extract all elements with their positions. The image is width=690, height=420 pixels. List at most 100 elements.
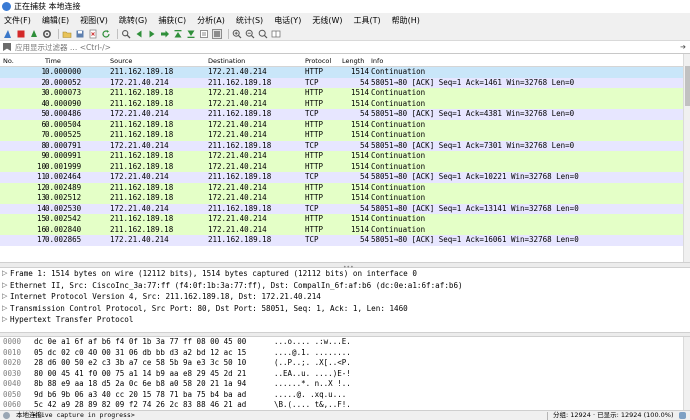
table-row[interactable]: 11 0.002464 172.21.40.214 211.162.189.18 TCP…	[0, 172, 683, 183]
table-row[interactable]: 9 0.000991 211.162.189.18 172.21.40.214 HTTP…	[0, 151, 683, 162]
table-row[interactable]: 16 0.002840 211.162.189.18 172.21.40.214 HTT…	[0, 224, 683, 236]
details-tree-item[interactable]: ▷ Ethernet II, Src: CiscoInc_3a:77:ff (f4…	[0, 280, 690, 292]
expert-info-icon[interactable]	[3, 412, 10, 419]
bytes-row[interactable]: 0010 05 dc 02 c0 40 00 31 06 db bb d3 a2 …	[0, 348, 690, 359]
menu-view[interactable]: 视图(V)	[80, 15, 108, 26]
table-row[interactable]: 13 0.002512 211.162.189.18 172.21.40.214 HTT…	[0, 193, 683, 204]
table-row[interactable]: 10 0.001999 211.162.189.18 172.21.40.214 HTT…	[0, 161, 683, 172]
expand-arrow-icon[interactable]: ▷	[2, 303, 10, 315]
scrollbar-thumb[interactable]	[685, 66, 690, 106]
cell-destination: 211.162.189.18	[208, 203, 272, 213]
colorize-icon[interactable]	[212, 28, 222, 39]
bytes-offset: 0050	[3, 389, 22, 399]
bytes-row[interactable]: 0030 80 00 45 41 f0 00 75 a1 14 b9 aa e8 …	[0, 369, 690, 380]
menu-statistics[interactable]: 统计(S)	[236, 15, 263, 26]
column-header-time[interactable]: Time	[45, 57, 61, 65]
bytes-ascii: ....@.1. ........	[274, 347, 351, 357]
table-row[interactable]: 14 0.002530 172.21.40.214 211.162.189.18 TCP…	[0, 203, 683, 214]
cell-length: 1514	[350, 224, 369, 234]
details-tree-item[interactable]: ▷ Internet Protocol Version 4, Src: 211.1…	[0, 291, 690, 303]
expand-arrow-icon[interactable]: ▷	[2, 291, 10, 303]
cell-protocol: HTTP	[305, 119, 324, 129]
table-row[interactable]: 1 0.000000 211.162.189.18 172.21.40.214 HTTP…	[0, 67, 683, 78]
menu-help[interactable]: 帮助(H)	[392, 15, 420, 26]
menu-edit[interactable]: 编辑(E)	[42, 15, 69, 26]
table-row[interactable]: 3 0.000073 211.162.189.18 172.21.40.214 HTTP…	[0, 88, 683, 99]
details-tree-item[interactable]: ▷ Transmission Control Protocol, Src Port…	[0, 303, 690, 315]
column-header-info[interactable]: Info	[371, 57, 383, 65]
bytes-row[interactable]: 0000 dc 0e a1 6f af b6 f4 0f 1b 3a 77 ff …	[0, 337, 690, 348]
close-file-icon[interactable]	[88, 29, 98, 39]
bytes-offset: 0000	[3, 337, 22, 346]
column-header-length[interactable]: Length	[342, 57, 364, 65]
details-tree-label: Internet Protocol Version 4, Src: 211.16…	[10, 292, 321, 301]
forward-icon[interactable]	[147, 29, 157, 39]
table-row[interactable]: 15 0.002542 211.162.189.18 172.21.40.214 HTT…	[0, 214, 683, 225]
details-tree-item[interactable]: ▷ Frame 1: 1514 bytes on wire (12112 bits…	[0, 268, 690, 280]
column-header-protocol[interactable]: Protocol	[305, 57, 331, 65]
profile-icon[interactable]	[679, 412, 686, 419]
zoom-normal-icon[interactable]	[258, 29, 268, 39]
save-icon[interactable]	[75, 29, 85, 39]
last-packet-icon[interactable]	[186, 29, 196, 39]
restart-icon[interactable]	[29, 29, 39, 39]
column-header-destination[interactable]: Destination	[208, 57, 245, 65]
column-header-source[interactable]: Source	[110, 57, 132, 65]
expand-arrow-icon[interactable]: ▷	[2, 314, 10, 326]
menu-telephony[interactable]: 电话(Y)	[274, 15, 301, 26]
menu-analyze[interactable]: 分析(A)	[197, 15, 225, 26]
display-filter-input[interactable]	[15, 42, 615, 52]
filter-bookmark-icon[interactable]	[3, 43, 11, 51]
table-row[interactable]: 2 0.000052 172.21.40.214 211.162.189.18 TCP 5…	[0, 77, 683, 88]
cell-protocol: HTTP	[305, 151, 324, 160]
menu-tools[interactable]: 工具(T)	[353, 15, 380, 26]
table-row[interactable]: 12 0.002489 211.162.189.18 172.21.40.214 HTT…	[0, 182, 683, 193]
back-icon[interactable]	[134, 29, 144, 39]
bytes-vertical-scrollbar[interactable]	[683, 337, 690, 410]
bytes-row[interactable]: 0050 9d b6 9b 06 a3 40 cc 20 15 78 71 ba …	[0, 390, 690, 401]
row-gutter	[0, 225, 36, 236]
table-row[interactable]: 5 0.000486 172.21.40.214 211.162.189.18 TCP 5…	[0, 109, 683, 120]
bytes-row[interactable]: 0060 5c 42 a9 28 89 82 09 f2 74 26 2c 83 …	[0, 400, 690, 410]
packet-list-vertical-scrollbar[interactable]	[683, 54, 690, 262]
details-tree-item[interactable]: ▷ Hypertext Transfer Protocol	[0, 314, 690, 326]
autoscroll-icon[interactable]	[199, 29, 209, 39]
table-row[interactable]: 7 0.000525 211.162.189.18 172.21.40.214 HTTP…	[0, 130, 683, 141]
zoom-out-icon[interactable]	[245, 29, 255, 39]
menu-capture[interactable]: 捕获(C)	[158, 15, 186, 26]
stop-icon[interactable]	[16, 29, 26, 39]
go-to-packet-icon[interactable]	[160, 29, 170, 39]
menu-file[interactable]: 文件(F)	[4, 15, 31, 26]
open-folder-icon[interactable]	[62, 29, 72, 39]
cell-info: Continuation	[371, 88, 426, 97]
cell-protocol: HTTP	[305, 214, 324, 223]
zoom-in-icon[interactable]	[232, 29, 242, 39]
resize-columns-icon[interactable]	[271, 29, 281, 39]
cell-protocol: HTTP	[305, 88, 324, 97]
bytes-ascii: .....@. .xq.u...	[274, 389, 347, 399]
find-icon[interactable]	[121, 29, 131, 39]
cell-source: 211.162.189.18	[110, 67, 174, 76]
table-row[interactable]: 17 0.002865 172.21.40.214 211.162.189.18 TCP…	[0, 235, 683, 246]
options-gear-icon[interactable]	[42, 29, 52, 39]
cell-info: 58051→80 [ACK] Seq=1 Ack=1461 Win=32768 …	[371, 77, 575, 87]
cell-source: 172.21.40.214	[110, 203, 169, 213]
table-row[interactable]: 6 0.000504 211.162.189.18 172.21.40.214 HTTP…	[0, 119, 683, 130]
shark-fin-icon[interactable]	[3, 29, 13, 39]
bytes-offset: 0010	[3, 347, 22, 357]
expand-arrow-icon[interactable]: ▷	[2, 268, 10, 280]
cell-info: Continuation	[371, 214, 426, 223]
bytes-row[interactable]: 0040 8b 88 e9 aa 18 d5 2a 0c 6e b8 a0 58 …	[0, 379, 690, 390]
cell-source: 172.21.40.214	[110, 172, 169, 181]
column-header-no[interactable]: No.	[3, 57, 14, 65]
menu-wireless[interactable]: 无线(W)	[312, 15, 342, 26]
table-row[interactable]: 8 0.000791 172.21.40.214 211.162.189.18 TCP 5…	[0, 140, 683, 151]
filter-apply-arrow-icon[interactable]: ➔	[680, 43, 686, 51]
menu-go[interactable]: 跳转(G)	[119, 15, 147, 26]
table-row[interactable]: 4 0.000090 211.162.189.18 172.21.40.214 HTTP…	[0, 98, 683, 109]
bytes-hex: 5c 42 a9 28 89 82 09 f2 74 26 2c 83 88 4…	[34, 400, 247, 409]
reload-icon[interactable]	[101, 29, 111, 39]
expand-arrow-icon[interactable]: ▷	[2, 280, 10, 292]
bytes-row[interactable]: 0020 28 d6 00 50 e2 c3 3b a7 ce 58 5b 9a …	[0, 358, 690, 369]
first-packet-icon[interactable]	[173, 29, 183, 39]
